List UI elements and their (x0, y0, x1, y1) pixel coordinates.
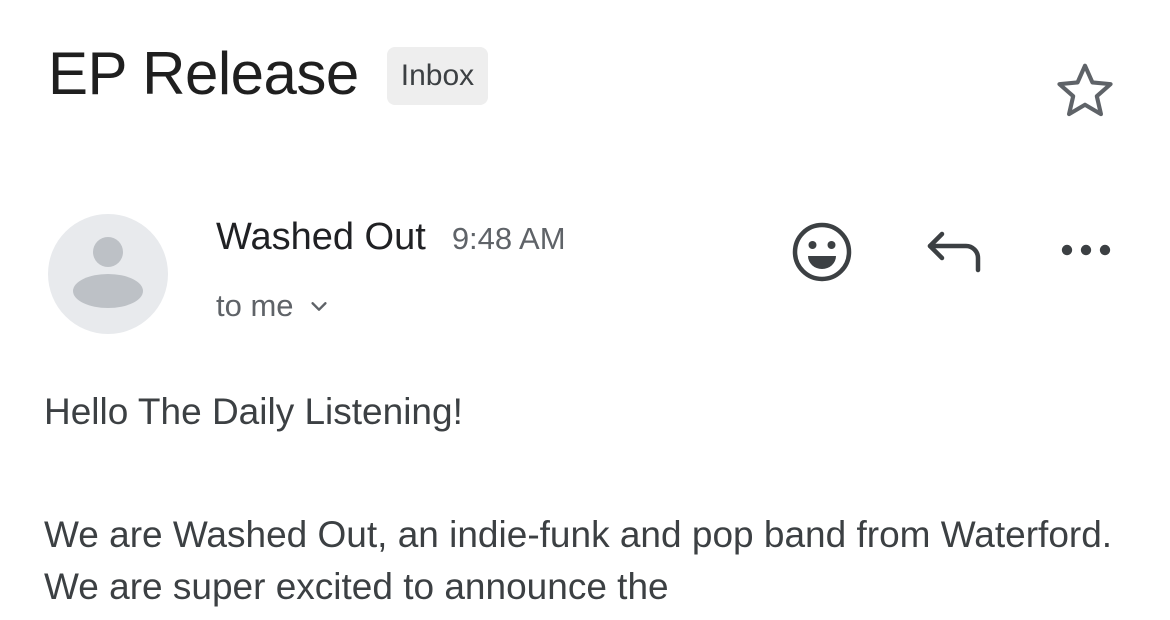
person-placeholder-icon (73, 237, 143, 308)
reply-icon (927, 231, 981, 273)
email-subject: EP Release (48, 40, 359, 107)
recipients-toggle[interactable]: to me (216, 286, 330, 326)
sent-time: 9:48 AM (451, 221, 566, 256)
body-greeting: Hello The Daily Listening! (44, 391, 463, 432)
star-button[interactable] (1052, 58, 1118, 124)
sender-name[interactable]: Washed Out (216, 214, 426, 260)
chevron-down-icon (310, 302, 327, 311)
more-horizontal-icon (1061, 244, 1111, 256)
reply-button[interactable] (922, 224, 986, 280)
subject-header: EP Release Inbox (48, 38, 489, 110)
star-outline-icon (1057, 63, 1113, 117)
recipients-text: to me (216, 288, 294, 323)
sender-avatar[interactable] (48, 214, 168, 334)
sender-info: Washed Out 9:48 AM (216, 214, 566, 262)
email-body: Hello The Daily Listening! We are Washed… (44, 386, 1134, 613)
emoji-reaction-icon (792, 222, 852, 282)
add-reaction-button[interactable] (790, 220, 854, 284)
more-options-button[interactable] (1058, 230, 1114, 270)
body-paragraph: We are Washed Out, an indie-funk and pop… (44, 514, 1113, 607)
email-view: EP Release Inbox Washed Out 9:48 AM to m… (0, 0, 1170, 620)
inbox-label-chip[interactable]: Inbox (386, 47, 489, 105)
